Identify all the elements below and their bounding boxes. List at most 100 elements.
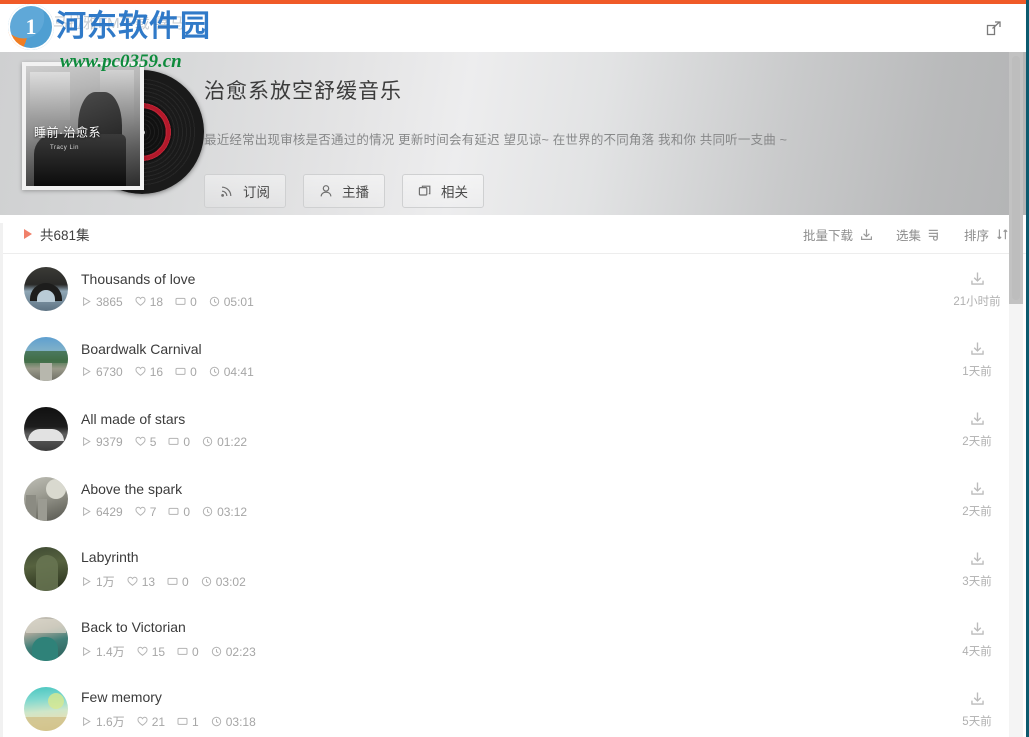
clock-icon [202, 436, 213, 447]
related-button[interactable]: 相关 [402, 174, 484, 208]
host-label: 主播 [342, 185, 369, 200]
duration: 02:23 [211, 645, 256, 659]
play-count: 1万 [81, 573, 115, 590]
play-count: 3865 [81, 295, 123, 309]
episode-meta: 1天前 [944, 340, 1010, 379]
episode-stats: 6730 16 0 04:41 [81, 365, 944, 379]
album-cover[interactable]: 睡前·治愈系 Tracy Lin [22, 62, 144, 190]
like-count: 18 [135, 295, 163, 309]
related-label: 相关 [441, 185, 468, 200]
comment-count: 0 [168, 505, 190, 519]
play-count-value: 6429 [96, 504, 123, 519]
like-count-value: 16 [149, 364, 164, 379]
play-count-value: 1.4万 [96, 645, 125, 659]
like-count-value: 7 [149, 504, 157, 519]
episode-thumbnail[interactable] [24, 407, 68, 451]
table-row[interactable]: Back to Victorian 1.4万 15 0 02:23 4天前 [0, 604, 1026, 674]
like-count: 21 [137, 715, 165, 729]
duration: 03:02 [201, 575, 246, 589]
like-count-value: 15 [151, 644, 166, 659]
episode-title[interactable]: Thousands of love [81, 270, 944, 288]
episode-thumbnail[interactable] [24, 547, 68, 591]
download-icon[interactable] [969, 690, 986, 707]
sort-label: 排序 [963, 228, 989, 243]
episode-thumbnail[interactable] [24, 337, 68, 381]
episode-title[interactable]: Above the spark [81, 480, 944, 498]
select-episodes-button[interactable]: 选集 [896, 225, 942, 244]
playlist-icon [928, 229, 938, 241]
utility-bar [0, 4, 1026, 52]
episode-count-label: 共681集 [40, 228, 90, 243]
episode-stats: 3865 18 0 05:01 [81, 295, 944, 309]
album-cover-subtitle: Tracy Lin [50, 145, 79, 152]
episode-date: 2天前 [962, 435, 992, 448]
download-icon[interactable] [969, 550, 986, 567]
episode-thumbnail[interactable] [24, 267, 68, 311]
episode-stats: 1万 13 0 03:02 [81, 573, 944, 590]
like-count-value: 13 [141, 574, 156, 589]
vertical-scrollbar[interactable] [1009, 52, 1023, 737]
episode-title[interactable]: Back to Victorian [81, 618, 944, 636]
episode-title[interactable]: All made of stars [81, 410, 944, 428]
episode-title[interactable]: Boardwalk Carnival [81, 340, 944, 358]
episode-stats: 9379 5 0 01:22 [81, 435, 944, 449]
layers-icon [418, 185, 431, 196]
scrollbar-thumb[interactable] [1012, 56, 1020, 300]
table-row[interactable]: Boardwalk Carnival 6730 16 0 04:41 1天前 [0, 324, 1026, 394]
heart-icon [135, 296, 146, 306]
episode-stats: 1.4万 15 0 02:23 [81, 643, 944, 660]
play-count: 1.4万 [81, 643, 125, 660]
batch-download-button[interactable]: 批量下载 [803, 225, 874, 244]
table-row[interactable]: Labyrinth 1万 13 0 03:02 3天前 [0, 534, 1026, 604]
episode-thumbnail[interactable] [24, 617, 68, 661]
comment-count: 0 [167, 575, 189, 589]
episode-title[interactable]: Few memory [81, 688, 944, 706]
subscribe-label: 订阅 [243, 185, 270, 200]
table-row[interactable]: Above the spark 6429 7 0 03:12 2天前 [0, 464, 1026, 534]
page-title: 治愈系放空舒缓音乐 [204, 80, 402, 103]
sort-button[interactable]: 排序 [964, 225, 1010, 244]
episode-thumbnail[interactable] [24, 477, 68, 521]
episode-meta: 4天前 [944, 620, 1010, 659]
duration: 05:01 [209, 295, 254, 309]
subscribe-button[interactable]: 订阅 [204, 174, 286, 208]
scrollbar-track[interactable] [1009, 52, 1023, 304]
table-row[interactable]: Few memory 1.6万 21 1 03:18 5天前 [0, 674, 1026, 737]
table-row[interactable]: Thousands of love 3865 18 0 05:01 21小时前 [0, 254, 1026, 324]
share-icon [986, 20, 1001, 35]
batch-download-label: 批量下载 [802, 228, 853, 243]
comment-icon [167, 577, 178, 585]
like-count: 15 [137, 645, 165, 659]
comment-count: 0 [175, 365, 197, 379]
table-row[interactable]: All made of stars 9379 5 0 01:22 2天前 [0, 394, 1026, 464]
download-icon[interactable] [969, 340, 986, 357]
episode-date: 1天前 [962, 365, 992, 378]
episode-meta: 2天前 [944, 480, 1010, 519]
episode-count[interactable]: 共681集 [24, 224, 90, 244]
play-icon [83, 716, 91, 727]
episode-title[interactable]: Labyrinth [81, 548, 944, 566]
host-button[interactable]: 主播 [303, 174, 385, 208]
duration-value: 03:12 [217, 504, 248, 519]
download-icon[interactable] [969, 270, 986, 287]
clock-icon [201, 576, 211, 587]
heart-icon [135, 506, 146, 516]
play-icon [83, 506, 91, 517]
duration: 03:18 [211, 715, 256, 729]
album-artwork[interactable]: 睡前·治愈系 Tracy Lin [22, 62, 204, 202]
download-icon[interactable] [969, 480, 986, 497]
heart-icon [137, 646, 148, 656]
episode-thumbnail[interactable] [24, 687, 68, 731]
share-button[interactable] [978, 14, 1008, 42]
duration: 03:12 [202, 505, 247, 519]
comment-count: 0 [175, 295, 197, 309]
heart-icon [127, 576, 138, 586]
download-icon[interactable] [969, 410, 986, 427]
heart-icon [135, 436, 146, 446]
comment-count-value: 0 [190, 294, 197, 309]
episode-meta: 5天前 [944, 690, 1010, 729]
duration: 04:41 [209, 365, 254, 379]
duration-value: 04:41 [223, 364, 254, 379]
clock-icon [209, 366, 219, 377]
download-icon[interactable] [969, 620, 986, 637]
